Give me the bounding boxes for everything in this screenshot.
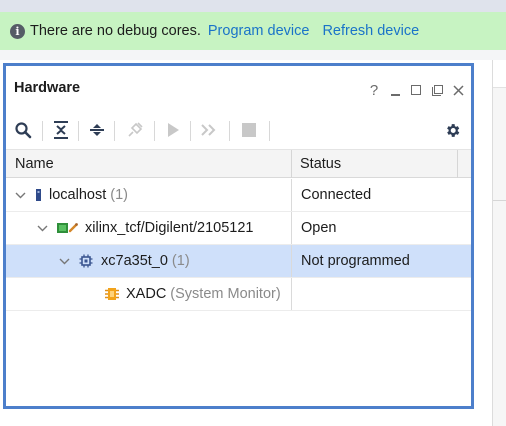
tree-cell-name: XADC (System Monitor) (6, 278, 291, 310)
minimize-button[interactable] (388, 82, 402, 98)
column-header-status[interactable]: Status (300, 156, 341, 172)
host-icon (35, 189, 43, 201)
adjacent-pane-divider (493, 200, 506, 201)
refresh-device-link[interactable]: Refresh device (322, 23, 419, 39)
tree-cell-name: xilinx_tcf/Digilent/2105121 (6, 212, 291, 244)
tree-item-status: Open (291, 212, 457, 244)
maximize-icon (411, 85, 421, 95)
maximize-button[interactable] (409, 82, 423, 98)
help-button[interactable]: ? (367, 82, 381, 99)
stop-trigger-button[interactable] (238, 118, 260, 142)
fpga-chip-icon (79, 254, 93, 268)
toolbar-separator (114, 121, 115, 141)
panel-window-controls: ? (367, 82, 465, 99)
column-divider[interactable] (291, 150, 292, 178)
toolbar-separator (190, 121, 191, 141)
chevron-down-icon[interactable] (13, 188, 27, 202)
adjacent-pane-header (493, 60, 506, 88)
program-device-link[interactable]: Program device (208, 23, 310, 39)
run-trigger-button[interactable] (162, 118, 184, 142)
hardware-tree: localhost (1) Connected xilinx_tcf/Digil… (6, 179, 471, 311)
tree-item-name: localhost (49, 187, 107, 203)
auto-connect-button[interactable] (124, 118, 146, 142)
float-icon (431, 84, 443, 96)
stop-trigger-icon (242, 123, 256, 137)
chevron-down-icon[interactable] (57, 254, 71, 268)
tree-row-target[interactable]: xilinx_tcf/Digilent/2105121 Open (6, 212, 471, 245)
target-board-icon (57, 222, 79, 234)
toolbar-separator (78, 121, 79, 141)
tree-item-name: XADC (126, 286, 167, 302)
hardware-panel: Hardware ? Name Status localhost (1) Con… (3, 63, 474, 409)
panel-header: Hardware ? (6, 66, 471, 112)
tree-item-name: xc7a35t_0 (101, 253, 168, 269)
table-header: Name Status (6, 150, 471, 178)
tree-item-count: (System Monitor) (170, 286, 281, 302)
run-trigger-immediate-button[interactable] (199, 118, 221, 142)
toolbar-separator (154, 121, 155, 141)
close-button[interactable] (451, 82, 465, 98)
toolbar-separator (269, 121, 270, 141)
search-icon (15, 122, 32, 139)
adjacent-pane-edge (492, 60, 506, 426)
column-divider[interactable] (457, 150, 458, 178)
hardware-toolbar (6, 112, 471, 150)
float-button[interactable] (430, 82, 444, 98)
tree-cell-name: localhost (1) (6, 179, 291, 211)
search-button[interactable] (12, 118, 34, 142)
expand-all-icon (90, 124, 104, 136)
info-icon: i (10, 23, 25, 39)
settings-icon (446, 123, 459, 137)
tree-row-xadc[interactable]: XADC (System Monitor) (6, 278, 471, 311)
minimize-icon (390, 94, 400, 96)
collapse-all-button[interactable] (50, 118, 72, 142)
tree-item-count: (1) (110, 187, 128, 203)
layout-gap (0, 50, 506, 60)
close-icon (452, 84, 464, 96)
run-trigger-icon (168, 123, 179, 137)
banner-message: There are no debug cores. (30, 23, 201, 39)
chevron-down-icon[interactable] (35, 221, 49, 235)
tree-item-status (291, 278, 457, 310)
tree-row-device[interactable]: xc7a35t_0 (1) Not programmed (6, 245, 471, 278)
panel-title: Hardware (14, 80, 81, 96)
tree-item-status: Connected (291, 179, 457, 211)
tree-item-name: xilinx_tcf/Digilent/2105121 (85, 220, 254, 236)
tree-item-status: Not programmed (291, 245, 457, 277)
window-top-strip (0, 0, 506, 12)
auto-connect-icon (128, 122, 143, 137)
collapse-all-icon (54, 121, 68, 139)
debug-core-banner: i There are no debug cores. Program devi… (0, 12, 506, 50)
tree-cell-name: xc7a35t_0 (1) (6, 245, 291, 277)
toolbar-separator (229, 121, 230, 141)
run-trigger-immediate-icon (201, 124, 216, 136)
expand-all-button[interactable] (86, 118, 108, 142)
toolbar-separator (42, 121, 43, 141)
xadc-icon (105, 287, 119, 301)
tree-item-count: (1) (171, 253, 190, 269)
tree-row-localhost[interactable]: localhost (1) Connected (6, 179, 471, 212)
column-header-name[interactable]: Name (15, 156, 54, 172)
settings-button[interactable] (441, 118, 463, 142)
